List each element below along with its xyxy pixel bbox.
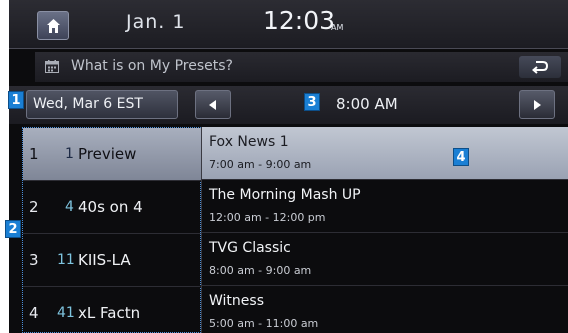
arrow-left-icon — [209, 100, 216, 110]
home-icon — [47, 19, 60, 33]
time-selector[interactable]: 8:00 AM — [336, 95, 398, 113]
channel-name: KIIS-LA — [78, 251, 131, 269]
channel-number: 11 — [57, 252, 75, 268]
channel-name: 40s on 4 — [78, 198, 143, 216]
program-title: The Morning Mash UP — [209, 187, 361, 203]
channel-number: 1 — [65, 146, 74, 162]
status-bar: Jan. 1 12:03 AM — [9, 0, 568, 49]
home-button[interactable] — [37, 11, 69, 40]
program-time: 5:00 am - 11:00 am — [209, 317, 319, 330]
page-title: What is on My Presets? — [71, 58, 233, 74]
program-time: 8:00 am - 9:00 am — [209, 264, 312, 277]
back-button[interactable] — [519, 56, 561, 78]
preset-number: 4 — [29, 304, 39, 322]
channel-name: Preview — [78, 145, 137, 163]
date-selector[interactable]: Wed, Mar 6 EST — [26, 90, 178, 119]
title-bar: What is on My Presets? — [35, 52, 568, 82]
back-icon — [532, 61, 548, 74]
preset-number: 2 — [29, 198, 39, 216]
program-row[interactable]: TVG Classic 8:00 am - 9:00 am — [201, 233, 568, 286]
calendar-icon — [45, 60, 59, 73]
arrow-right-icon — [534, 100, 541, 110]
channel-list: 1 1 Preview 2 4 40s on 4 3 11 KIIS-LA 4 … — [22, 127, 202, 333]
status-date: Jan. 1 — [126, 11, 186, 33]
radio-presets-screen: Jan. 1 12:03 AM What is on My Presets? W… — [9, 0, 568, 333]
callout-badge-3: 3 — [304, 93, 320, 111]
program-row[interactable]: Fox News 1 7:00 am - 9:00 am — [201, 127, 568, 180]
callout-badge-1: 1 — [8, 91, 24, 109]
preset-number: 1 — [29, 145, 39, 163]
status-ampm: AM — [331, 23, 344, 32]
channel-number: 4 — [65, 199, 74, 215]
program-title: TVG Classic — [209, 240, 291, 256]
preset-number: 3 — [29, 251, 39, 269]
program-time: 12:00 am - 12:00 pm — [209, 211, 326, 224]
callout-badge-2: 2 — [5, 220, 21, 238]
time-next-button[interactable] — [519, 90, 555, 119]
date-time-row: Wed, Mar 6 EST 8:00 AM — [9, 86, 568, 124]
callout-badge-4: 4 — [453, 148, 469, 166]
program-title: Witness — [209, 293, 264, 309]
program-list: Fox News 1 7:00 am - 9:00 am The Morning… — [201, 127, 568, 333]
time-previous-button[interactable] — [195, 90, 231, 119]
program-row[interactable]: Witness 5:00 am - 11:00 am — [201, 286, 568, 333]
channel-name: xL Factn — [78, 304, 141, 322]
channel-row[interactable]: 1 1 Preview — [23, 128, 202, 181]
channel-row[interactable]: 3 11 KIIS-LA — [23, 234, 202, 287]
program-title: Fox News 1 — [209, 134, 289, 150]
channel-number: 41 — [57, 305, 75, 321]
channel-row[interactable]: 2 4 40s on 4 — [23, 181, 202, 234]
status-time: 12:03 — [263, 6, 336, 35]
channel-row[interactable]: 4 41 xL Factn — [23, 287, 202, 333]
program-time: 7:00 am - 9:00 am — [209, 158, 312, 171]
program-row[interactable]: The Morning Mash UP 12:00 am - 12:00 pm — [201, 180, 568, 233]
